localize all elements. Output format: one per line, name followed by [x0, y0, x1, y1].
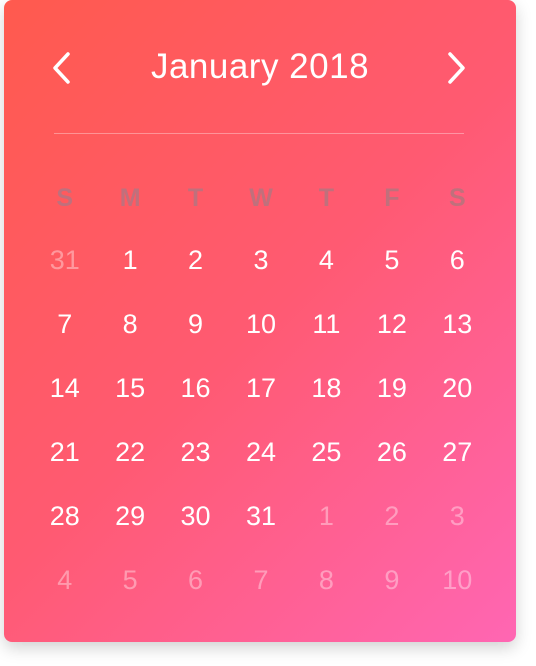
day-cell[interactable]: 20 [425, 356, 490, 420]
weekday-label: T [318, 184, 335, 212]
weekday-label: T [187, 184, 204, 212]
day-cell[interactable]: 9 [359, 548, 424, 612]
day-cell[interactable]: 5 [359, 228, 424, 292]
day-cell[interactable]: 1 [97, 228, 162, 292]
day-cell[interactable]: 3 [425, 484, 490, 548]
day-cell[interactable]: 13 [425, 292, 490, 356]
weekday-label: S [56, 184, 74, 212]
calendar-header: January 2018 [4, 0, 516, 134]
day-cell[interactable]: 15 [97, 356, 162, 420]
day-cell[interactable]: 25 [294, 420, 359, 484]
day-cell[interactable]: 3 [228, 228, 293, 292]
calendar-card: January 2018 S M T W T F S 31 1 2 3 4 5 … [4, 0, 516, 642]
day-cell[interactable]: 5 [97, 548, 162, 612]
chevron-left-icon [53, 52, 70, 84]
day-cell[interactable]: 26 [359, 420, 424, 484]
day-cell[interactable]: 28 [32, 484, 97, 548]
day-cell[interactable]: 11 [294, 292, 359, 356]
weekday-label: W [249, 184, 273, 212]
day-cell[interactable]: 21 [32, 420, 97, 484]
day-cell[interactable]: 10 [228, 292, 293, 356]
day-cell[interactable]: 18 [294, 356, 359, 420]
day-cell[interactable]: 31 [32, 228, 97, 292]
day-cell[interactable]: 29 [97, 484, 162, 548]
day-cell[interactable]: 8 [97, 292, 162, 356]
day-grid: 31 1 2 3 4 5 6 7 8 9 10 11 12 13 14 15 1… [32, 228, 490, 612]
day-cell[interactable]: 1 [294, 484, 359, 548]
header-divider [54, 133, 464, 134]
day-cell[interactable]: 6 [425, 228, 490, 292]
day-cell[interactable]: 10 [425, 548, 490, 612]
day-cell[interactable]: 31 [228, 484, 293, 548]
day-cell[interactable]: 12 [359, 292, 424, 356]
day-cell[interactable]: 19 [359, 356, 424, 420]
day-cell[interactable]: 2 [163, 228, 228, 292]
day-cell[interactable]: 24 [228, 420, 293, 484]
previous-month-button[interactable] [42, 48, 82, 88]
day-cell[interactable]: 17 [228, 356, 293, 420]
month-title: January 2018 [150, 47, 370, 86]
day-cell[interactable]: 16 [163, 356, 228, 420]
day-cell[interactable]: 14 [32, 356, 97, 420]
weekday-label: F [384, 184, 400, 212]
weekday-label: S [448, 184, 466, 212]
day-cell[interactable]: 30 [163, 484, 228, 548]
day-cell[interactable]: 23 [163, 420, 228, 484]
day-cell[interactable]: 22 [97, 420, 162, 484]
day-cell[interactable]: 2 [359, 484, 424, 548]
weekday-label: M [119, 184, 141, 212]
day-cell[interactable]: 9 [163, 292, 228, 356]
day-cell[interactable]: 4 [32, 548, 97, 612]
day-cell[interactable]: 27 [425, 420, 490, 484]
day-cell[interactable]: 7 [32, 292, 97, 356]
day-cell[interactable]: 6 [163, 548, 228, 612]
chevron-right-icon [448, 52, 465, 84]
day-cell[interactable]: 4 [294, 228, 359, 292]
weekday-row: S M T W T F S [32, 180, 490, 216]
next-month-button[interactable] [436, 48, 476, 88]
day-cell[interactable]: 7 [228, 548, 293, 612]
day-cell[interactable]: 8 [294, 548, 359, 612]
